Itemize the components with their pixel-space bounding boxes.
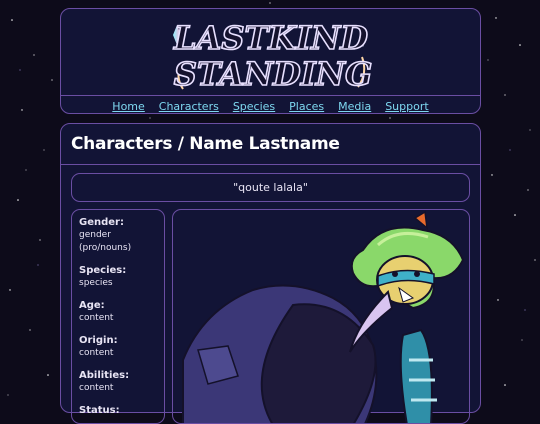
- info-box: Gender: gender (pro/nouns) Species: spec…: [71, 209, 165, 424]
- nav-media[interactable]: Media: [338, 100, 371, 113]
- nav-places[interactable]: Places: [289, 100, 324, 113]
- character-illustration: [182, 210, 465, 423]
- page-title: Characters / Name Lastname: [71, 134, 340, 154]
- age-label: Age:: [79, 300, 105, 311]
- title-divider: [61, 164, 480, 165]
- logo-line-2: STANDING: [174, 55, 373, 93]
- character-panel: Characters / Name Lastname "qoute lalala…: [60, 123, 481, 424]
- main-nav: Home Characters Species Places Media Sup…: [61, 95, 480, 116]
- character-quote: "qoute lalala": [71, 173, 470, 202]
- species-value: species: [79, 278, 113, 288]
- origin-label: Origin:: [79, 335, 118, 346]
- gender-label: Gender:: [79, 217, 124, 228]
- nav-characters[interactable]: Characters: [159, 100, 219, 113]
- origin-value: content: [79, 348, 114, 358]
- gender-value: gender (pro/nouns): [79, 230, 132, 253]
- abilities-label: Abilities:: [79, 370, 130, 381]
- nav-species[interactable]: Species: [233, 100, 275, 113]
- site-logo[interactable]: LASTKIND STANDING: [169, 13, 374, 95]
- abilities-value: content: [79, 383, 114, 393]
- character-art-box: [172, 209, 470, 424]
- nav-support[interactable]: Support: [385, 100, 428, 113]
- nav-home[interactable]: Home: [112, 100, 144, 113]
- site-header: LASTKIND STANDING Home Characters Specie…: [60, 8, 481, 114]
- logo-line-1: LASTKIND: [173, 19, 368, 57]
- age-value: content: [79, 313, 114, 323]
- status-label: Status:: [79, 405, 120, 416]
- species-label: Species:: [79, 265, 127, 276]
